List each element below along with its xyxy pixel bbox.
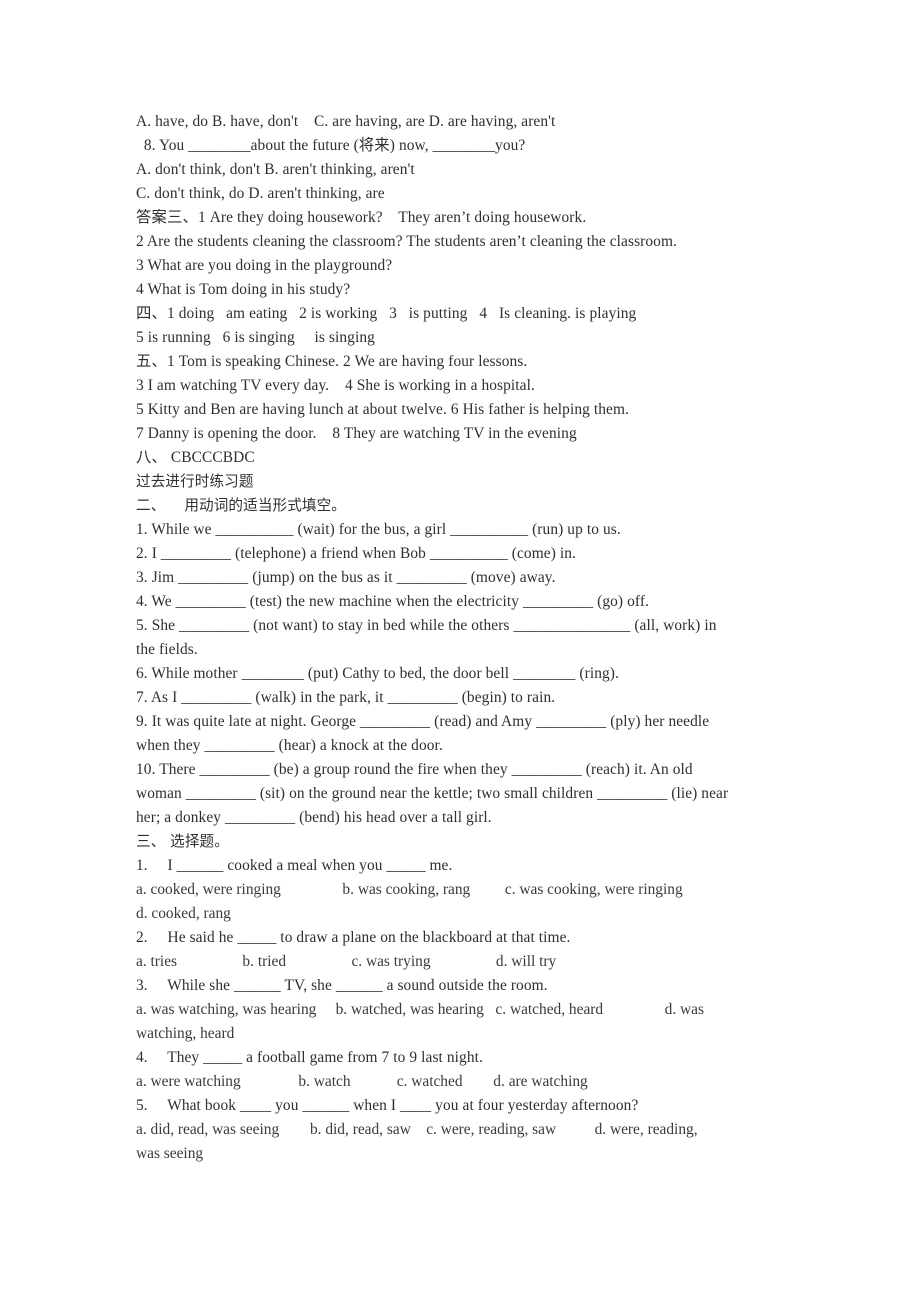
exercise-three-heading: 三、 选择题。 <box>136 833 229 850</box>
fill-blank-item-7: 7. As I _________ (walk) in the park, it… <box>136 689 556 706</box>
section-title-past-continuous: 过去进行时练习题 <box>136 473 254 490</box>
mc-options-2: a. tries b. tried c. was trying d. will … <box>136 953 557 970</box>
fill-blank-item-10-cont-1: woman _________ (sit) on the ground near… <box>136 785 729 802</box>
answer-section-three-item-3: 3 What are you doing in the playground? <box>136 257 393 274</box>
mc-options-1-abc: a. cooked, were ringing b. was cooking, … <box>136 881 683 898</box>
fill-blank-item-9-cont: when they _________ (hear) a knock at th… <box>136 737 443 754</box>
text-line-question-8: 8. You ________about the future (将来) now… <box>136 137 526 154</box>
document-body: A. have, do B. have, don't C. are having… <box>136 110 792 1166</box>
fill-blank-item-10-cont-2: her; a donkey _________ (bend) his head … <box>136 809 492 826</box>
answer-section-four-line-1: 四、1 doing am eating 2 is working 3 is pu… <box>136 305 637 322</box>
answer-section-eight: 八、 CBCCCBDC <box>136 449 255 466</box>
exercise-two-heading: 二、 用动词的适当形式填空。 <box>136 497 346 514</box>
mc-question-3: 3. While she ______ TV, she ______ a sou… <box>136 977 548 994</box>
answer-section-three-item-4: 4 What is Tom doing in his study? <box>136 281 351 298</box>
mc-options-5-abcd: a. did, read, was seeing b. did, read, s… <box>136 1121 698 1138</box>
mc-options-4: a. were watching b. watch c. watched d. … <box>136 1073 588 1090</box>
fill-blank-item-4: 4. We _________ (test) the new machine w… <box>136 593 649 610</box>
answer-section-four-line-2: 5 is running 6 is singing is singing <box>136 329 375 346</box>
fill-blank-item-10: 10. There _________ (be) a group round t… <box>136 761 693 778</box>
answer-section-five-line-3: 5 Kitty and Ben are having lunch at abou… <box>136 401 630 418</box>
mc-options-3-d-cont: watching, heard <box>136 1025 235 1042</box>
answer-section-five-line-1: 五、1 Tom is speaking Chinese. 2 We are ha… <box>136 353 528 370</box>
text-line-choices-8-cd: C. don't think, do D. aren't thinking, a… <box>136 185 385 202</box>
text-line-choices-8-ab: A. don't think, don't B. aren't thinking… <box>136 161 415 178</box>
mc-question-5: 5. What book ____ you ______ when I ____… <box>136 1097 639 1114</box>
answer-section-three-item-1: 答案三、1 Are they doing housework? They are… <box>136 209 587 226</box>
mc-options-5-d-cont: was seeing <box>136 1145 204 1162</box>
answer-section-three-item-2: 2 Are the students cleaning the classroo… <box>136 233 677 250</box>
text-line-choices-7: A. have, do B. have, don't C. are having… <box>136 113 556 130</box>
fill-blank-item-5: 5. She _________ (not want) to stay in b… <box>136 617 717 634</box>
mc-question-4: 4. They _____ a football game from 7 to … <box>136 1049 483 1066</box>
fill-blank-item-5-cont: the fields. <box>136 641 198 658</box>
fill-blank-item-3: 3. Jim _________ (jump) on the bus as it… <box>136 569 556 586</box>
fill-blank-item-9: 9. It was quite late at night. George __… <box>136 713 710 730</box>
answer-section-five-line-4: 7 Danny is opening the door. 8 They are … <box>136 425 577 442</box>
answer-section-five-line-2: 3 I am watching TV every day. 4 She is w… <box>136 377 535 394</box>
mc-options-3-abcd: a. was watching, was hearing b. watched,… <box>136 1001 704 1018</box>
document-page: A. have, do B. have, don't C. are having… <box>0 0 920 1302</box>
mc-question-2: 2. He said he _____ to draw a plane on t… <box>136 929 571 946</box>
mc-question-1: 1. I ______ cooked a meal when you _____… <box>136 857 453 874</box>
fill-blank-item-1: 1. While we __________ (wait) for the bu… <box>136 521 621 538</box>
mc-options-1-d: d. cooked, rang <box>136 905 231 922</box>
fill-blank-item-6: 6. While mother ________ (put) Cathy to … <box>136 665 619 682</box>
fill-blank-item-2: 2. I _________ (telephone) a friend when… <box>136 545 577 562</box>
